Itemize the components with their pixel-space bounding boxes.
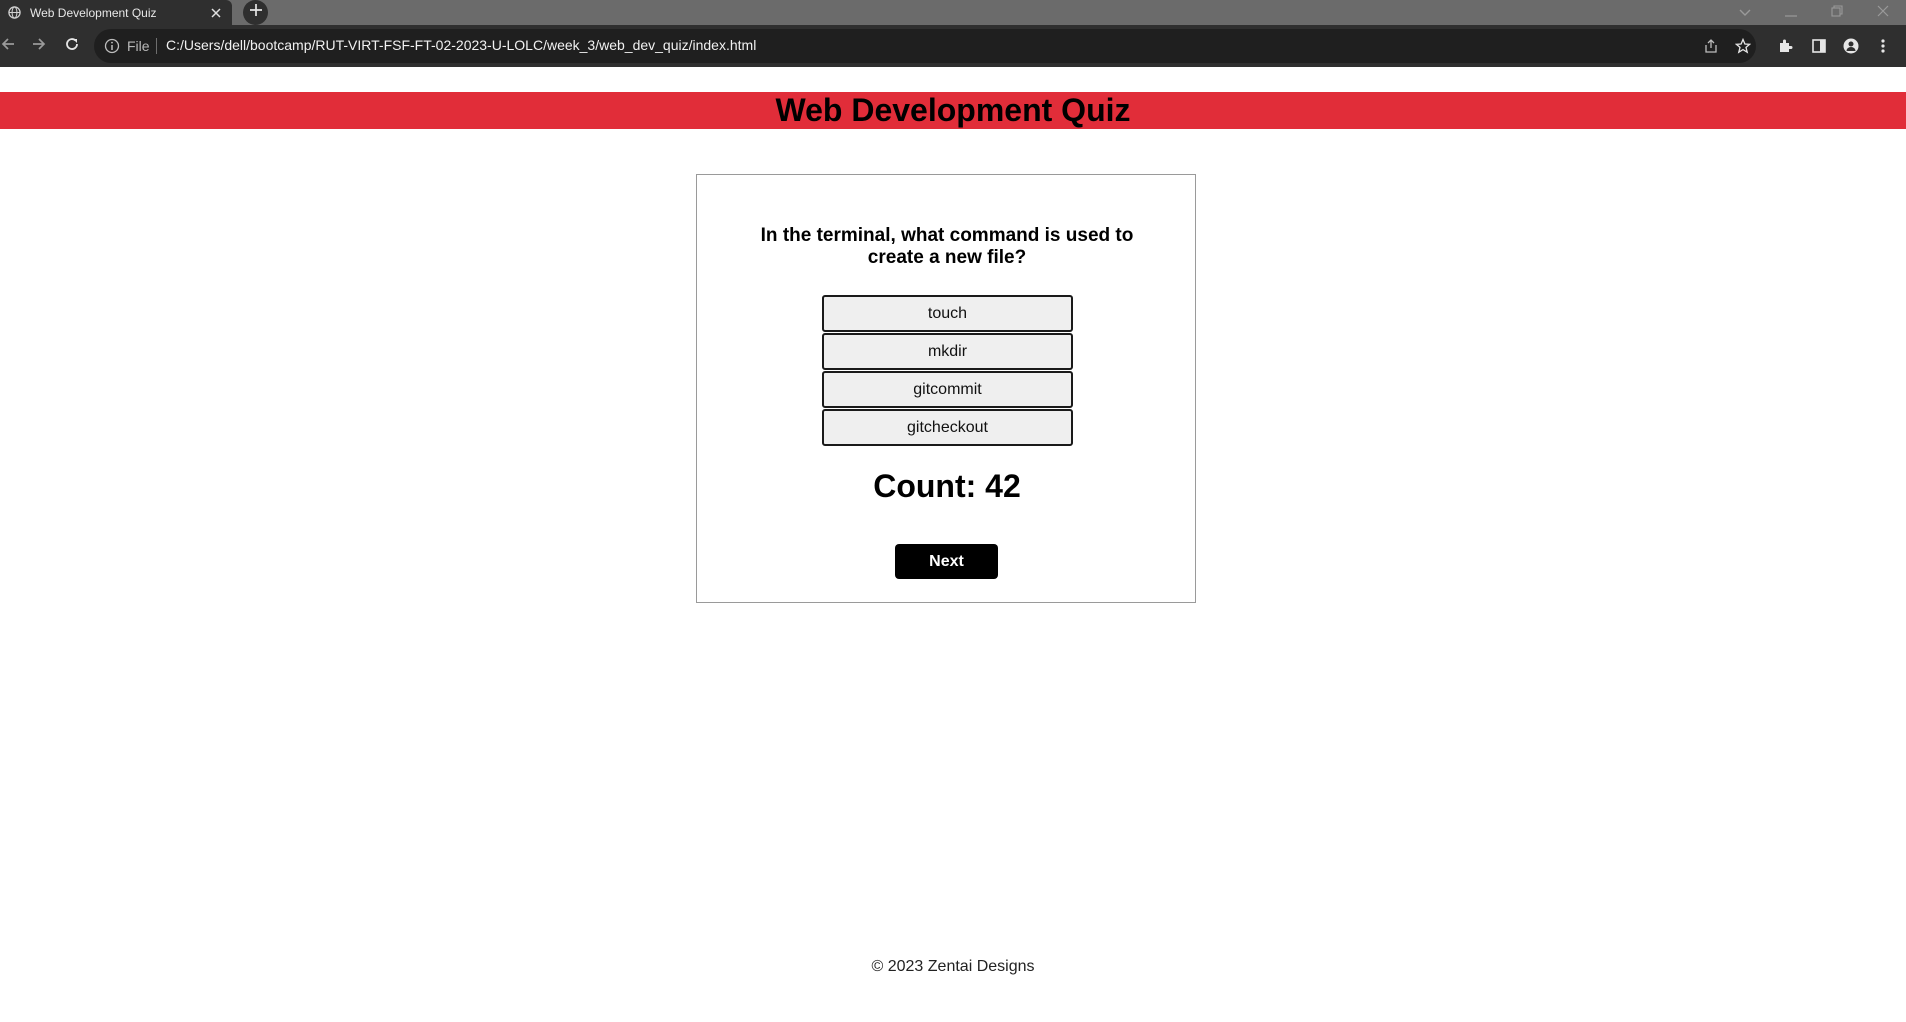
- reload-button[interactable]: [60, 34, 84, 58]
- window-close-button[interactable]: [1862, 0, 1904, 25]
- page-viewport: Web Development Quiz In the terminal, wh…: [0, 67, 1906, 1022]
- answer-button-gitcommit[interactable]: gitcommit: [822, 371, 1073, 408]
- browser-toolbar: File C:/Users/dell/bootcamp/RUT-VIRT-FSF…: [0, 25, 1906, 67]
- answer-button-gitcheckout[interactable]: gitcheckout: [822, 409, 1073, 446]
- share-icon[interactable]: [1702, 37, 1720, 55]
- globe-icon: [7, 6, 21, 20]
- back-arrow-icon: [0, 36, 16, 57]
- header-banner: Web Development Quiz: [0, 92, 1906, 129]
- question-text: In the terminal, what command is used to…: [760, 225, 1134, 268]
- forward-arrow-icon: [31, 36, 47, 57]
- url-text[interactable]: C:/Users/dell/bootcamp/RUT-VIRT-FSF-FT-0…: [166, 37, 756, 53]
- plus-icon: [249, 3, 263, 22]
- close-icon[interactable]: [208, 5, 224, 21]
- extensions-icon[interactable]: [1777, 37, 1795, 55]
- minimize-button[interactable]: [1770, 0, 1812, 25]
- window-close-icon: [1877, 4, 1889, 22]
- profile-icon[interactable]: [1842, 37, 1860, 55]
- address-bar[interactable]: File C:/Users/dell/bootcamp/RUT-VIRT-FSF…: [94, 29, 1756, 63]
- tab-title: Web Development Quiz: [30, 5, 157, 20]
- star-icon[interactable]: [1734, 37, 1752, 55]
- quiz-card: In the terminal, what command is used to…: [696, 174, 1196, 603]
- restore-icon: [1831, 4, 1843, 22]
- footer-copyright: © 2023 Zentai Designs: [871, 958, 1035, 975]
- reload-icon: [64, 36, 80, 57]
- tab-strip: Web Development Quiz: [0, 0, 1906, 25]
- forward-button[interactable]: [27, 34, 51, 58]
- browser-tab[interactable]: Web Development Quiz: [0, 0, 232, 25]
- answer-button-mkdir[interactable]: mkdir: [822, 333, 1073, 370]
- scheme-label: File: [127, 38, 150, 54]
- chevron-down-icon: [1739, 4, 1751, 22]
- minimize-icon: [1785, 4, 1797, 22]
- answer-button-touch[interactable]: touch: [822, 295, 1073, 332]
- back-button[interactable]: [0, 34, 20, 58]
- side-panel-icon[interactable]: [1810, 37, 1828, 55]
- separator: [156, 38, 157, 54]
- tab-search-button[interactable]: [1724, 0, 1766, 25]
- next-button[interactable]: Next: [895, 544, 998, 579]
- answer-list: touch mkdir gitcommit gitcheckout: [822, 295, 1073, 447]
- kebab-menu-icon[interactable]: [1874, 37, 1892, 55]
- restore-button[interactable]: [1816, 0, 1858, 25]
- page-title: Web Development Quiz: [775, 92, 1131, 128]
- countdown-timer: Count: 42: [873, 468, 1021, 504]
- new-tab-button[interactable]: [243, 0, 268, 25]
- info-icon[interactable]: [104, 38, 120, 54]
